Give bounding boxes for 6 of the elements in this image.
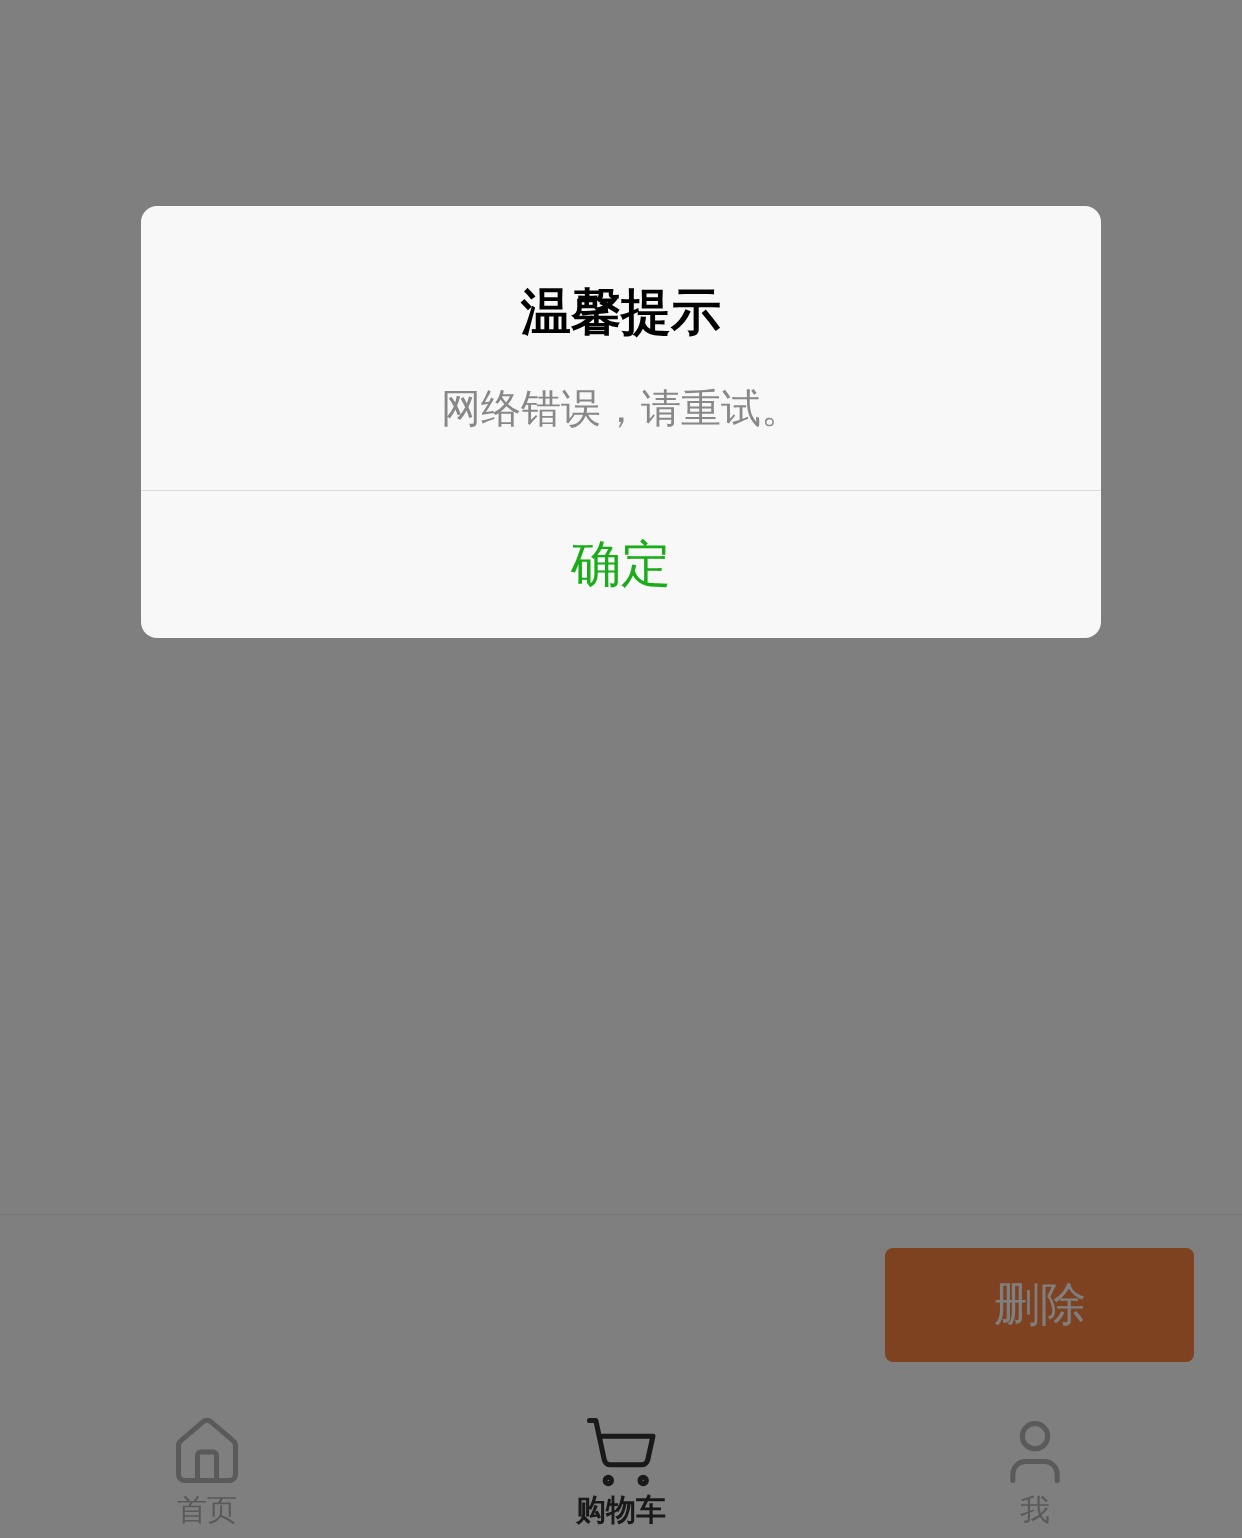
dialog-title: 温馨提示 [521, 282, 721, 342]
tab-item[interactable]: 购物车 [414, 1390, 828, 1538]
delete-button[interactable]: 删除 [885, 1248, 1194, 1362]
confirm-button[interactable]: 确定 [141, 490, 1101, 638]
dialog-message: 网络错误，请重试。 [441, 384, 801, 433]
tab-label: 购物车 [576, 1492, 666, 1528]
